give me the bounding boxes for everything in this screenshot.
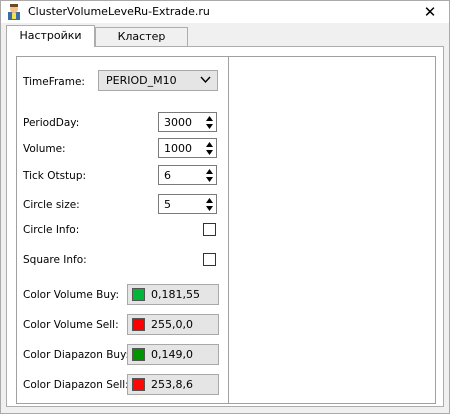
timeframe-value: PERIOD_M10 — [106, 74, 177, 87]
color-volume-sell-label: Color Volume Sell: — [23, 319, 119, 331]
period-day-spinner[interactable]: 3000 — [158, 112, 217, 132]
square-info-checkbox[interactable] — [203, 253, 216, 266]
timeframe-select[interactable]: PERIOD_M10 — [98, 70, 218, 91]
color-diapazon-sell-swatch — [132, 378, 145, 391]
circle-size-value: 5 — [164, 198, 171, 211]
square-info-label: Square Info: — [23, 254, 87, 266]
chevron-down-icon — [200, 76, 211, 84]
circle-info-label: Circle Info: — [23, 224, 80, 236]
tab-cluster[interactable]: Кластер — [95, 27, 188, 46]
app-window: ClusterVolumeLevel Ru-Extrade.ru ✕ Настр… — [0, 0, 450, 414]
color-volume-sell-swatch — [132, 318, 145, 331]
period-day-label: PeriodDay: — [23, 117, 80, 129]
period-day-value: 3000 — [164, 116, 192, 129]
settings-tab-panel: TimeFrame: PERIOD_M10 PeriodDay: 3000 Vo… — [6, 46, 444, 407]
color-diapazon-sell-picker[interactable]: 253,8,6 — [127, 374, 219, 395]
timeframe-label: TimeFrame: — [23, 76, 85, 88]
close-icon: ✕ — [423, 3, 437, 21]
color-volume-sell-value: 255,0,0 — [151, 318, 193, 331]
volume-value: 1000 — [164, 142, 192, 155]
color-diapazon-sell-value: 253,8,6 — [151, 378, 193, 391]
color-volume-buy-value: 0,181,55 — [151, 288, 200, 301]
color-volume-buy-swatch — [132, 288, 145, 301]
color-diapazon-buy-value: 0,149,0 — [151, 348, 193, 361]
color-volume-sell-picker[interactable]: 255,0,0 — [127, 314, 219, 335]
color-diapazon-buy-label: Color Diapazon Buy: — [23, 349, 130, 361]
circle-info-checkbox[interactable] — [203, 223, 216, 236]
color-diapazon-sell-label: Color Diapazon Sell: — [23, 379, 129, 391]
tick-otstup-label: Tick Otstup: — [23, 170, 87, 182]
close-button[interactable]: ✕ — [417, 1, 443, 23]
color-diapazon-buy-picker[interactable]: 0,149,0 — [127, 344, 219, 365]
trader-icon — [8, 4, 20, 20]
circle-size-spinner[interactable]: 5 — [158, 194, 217, 214]
volume-spinner[interactable]: 1000 — [158, 138, 217, 158]
color-volume-buy-label: Color Volume Buy: — [23, 289, 119, 301]
preview-panel — [228, 56, 436, 404]
tab-settings[interactable]: Настройки — [6, 25, 95, 47]
spin-down-icon[interactable] — [205, 175, 214, 183]
settings-group: TimeFrame: PERIOD_M10 PeriodDay: 3000 Vo… — [16, 56, 229, 404]
spin-down-icon[interactable] — [205, 148, 214, 156]
color-volume-buy-picker[interactable]: 0,181,55 — [127, 284, 219, 305]
spin-down-icon[interactable] — [205, 122, 214, 130]
volume-label: Volume: — [23, 143, 66, 155]
title-bar[interactable]: ClusterVolumeLevel Ru-Extrade.ru ✕ — [1, 1, 449, 23]
color-diapazon-buy-swatch — [132, 348, 145, 361]
tick-otstup-value: 6 — [164, 169, 171, 182]
spin-down-icon[interactable] — [205, 204, 214, 212]
window-site-label: Ru-Extrade.ru — [134, 5, 210, 18]
window-title: ClusterVolumeLevel — [28, 5, 137, 18]
circle-size-label: Circle size: — [23, 199, 80, 211]
tick-otstup-spinner[interactable]: 6 — [158, 165, 217, 185]
